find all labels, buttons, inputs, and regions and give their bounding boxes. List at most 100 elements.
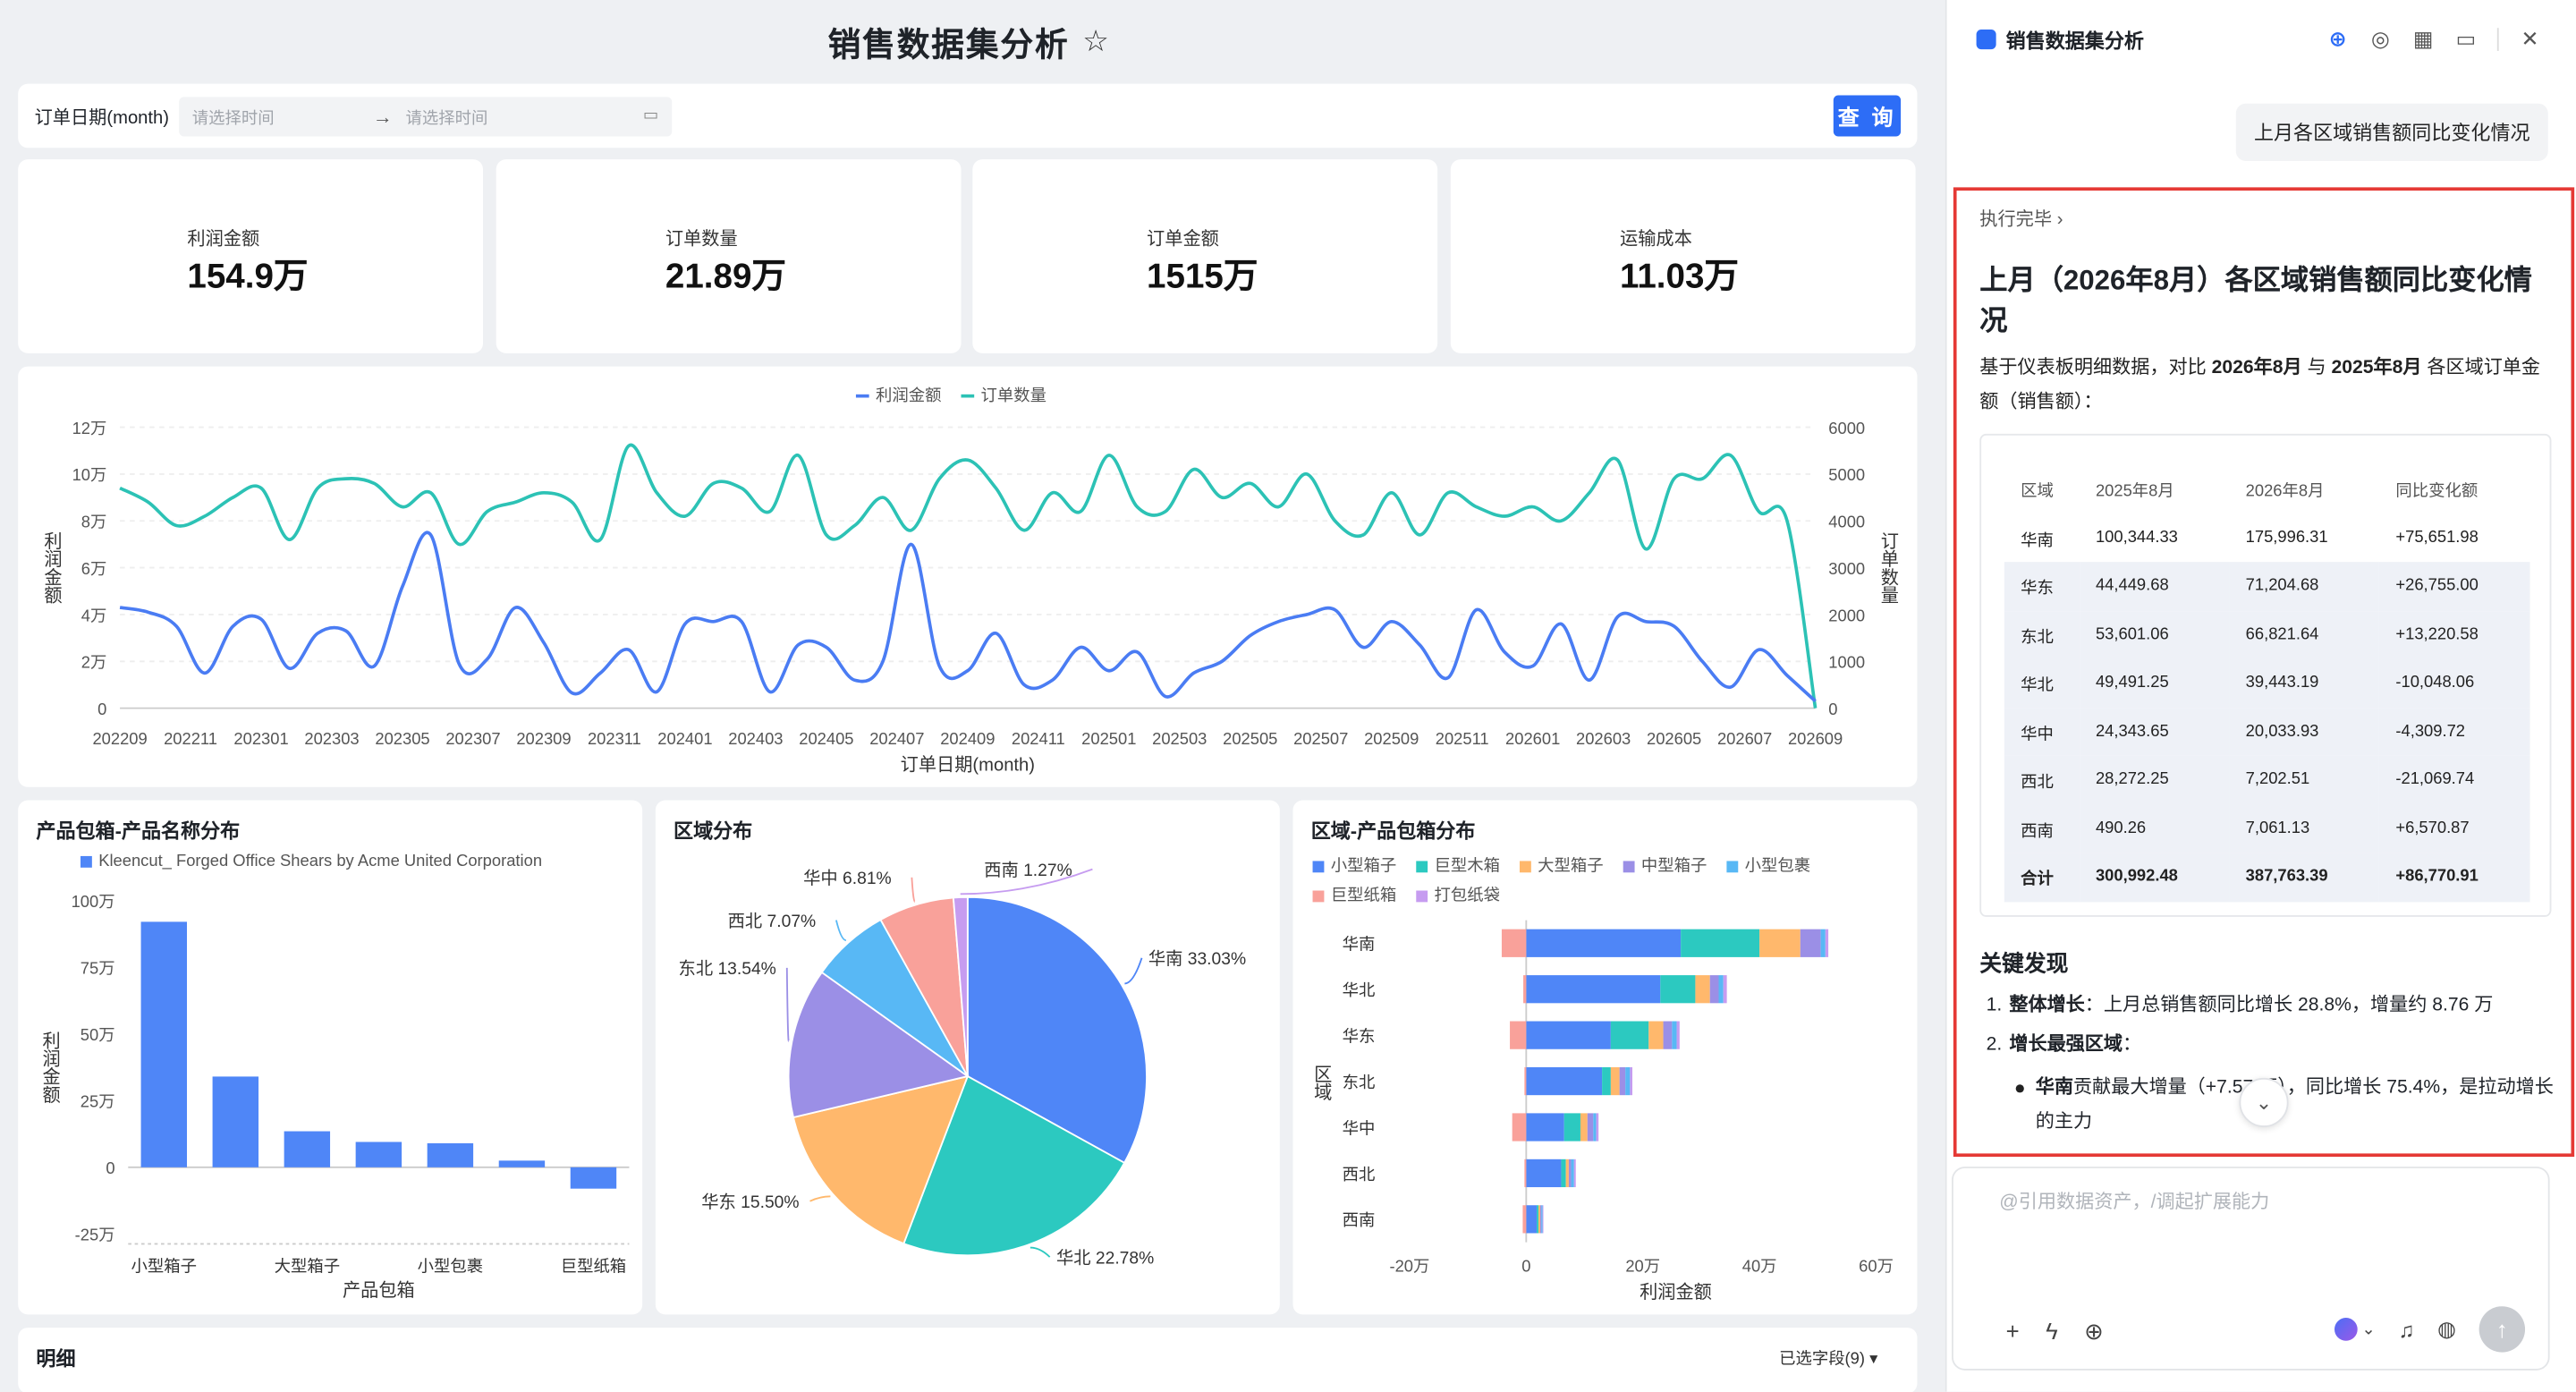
bar-segment-大型箱子 xyxy=(1538,1205,1540,1234)
send-button[interactable]: ↑ xyxy=(2479,1306,2526,1353)
table-cell: 华南 xyxy=(2021,531,2054,550)
y2-tick-label: 5000 xyxy=(1828,465,1865,484)
x-tick-label: 202309 xyxy=(516,729,571,748)
y-tick-label: 75万 xyxy=(80,958,115,977)
y-axis-label: 利润金额 xyxy=(41,531,62,604)
table-header: 2026年8月 xyxy=(2245,483,2325,502)
answer-block: 执行完毕 › 上月（2026年8月）各区域销售额同比变化情况 基于仪表板明细数据… xyxy=(1953,187,2575,1158)
bar-segment-大型箱子 xyxy=(1580,1113,1588,1142)
y-tick-label: 4万 xyxy=(81,606,107,624)
x-tick-label: 202311 xyxy=(588,729,641,748)
kpi-value: 21.89万 xyxy=(665,258,786,296)
y-tick-label: 100万 xyxy=(72,892,115,911)
table-cell: 53,601.06 xyxy=(2079,610,2230,659)
kpi-card-profit: 利润金额 154.9万 xyxy=(18,159,483,353)
result-table-container: 区域 2025年8月 2026年8月 同比变化额 华南 100,344.33 175… xyxy=(1979,433,2552,917)
findings-title: 关键发现 xyxy=(1979,951,2069,977)
x-tick-label: 202411 xyxy=(1012,729,1065,748)
desc-bold: 2026年8月 xyxy=(2211,358,2302,378)
x-tick-label: 202601 xyxy=(1505,729,1560,748)
desc-text: 基于仪表板明细数据，对比 xyxy=(1979,358,2212,378)
assistant-title: 销售数据集分析 xyxy=(2005,29,2144,52)
kpi-value: 11.03万 xyxy=(1620,258,1740,296)
pie-label: 华南 33.03% xyxy=(1148,949,1246,969)
pie-leader-line xyxy=(809,1195,831,1202)
finding-sub-text: 贡献最大增量（+7.57 万），同比增长 75.4%，是拉动增长的主力 xyxy=(2035,1077,2554,1133)
voice-wave-icon[interactable]: ◍ xyxy=(2437,1316,2456,1342)
pie-leader-line xyxy=(911,877,916,903)
screen-icon[interactable]: ▭ xyxy=(2454,26,2478,52)
table-cell: 7,061.13 xyxy=(2229,804,2380,853)
x-tick-label: 20万 xyxy=(1625,1257,1660,1276)
chevron-right-icon: › xyxy=(2056,210,2063,231)
pie-label: 华中 6.81% xyxy=(803,869,892,888)
table-cell: 华中 xyxy=(2004,707,2080,756)
calendar-icon[interactable]: ▦ xyxy=(2411,26,2435,52)
bar-segment-巨型纸箱 xyxy=(1524,1159,1527,1188)
x-tick-label: 202303 xyxy=(304,729,359,748)
start-date-input[interactable]: 请选择时间 xyxy=(192,104,275,128)
table-cell: 71,204.68 xyxy=(2229,562,2380,611)
finding-item: 1. 整体增长：上月总销售额同比增长 28.8%，增量约 8.76 万 xyxy=(1986,996,2494,1016)
bar-segment-大型箱子 xyxy=(1610,1066,1620,1096)
new-chat-icon[interactable]: ⊕ xyxy=(2326,26,2350,52)
x-tick-label: 202509 xyxy=(1364,729,1419,748)
table-cell: 39,443.19 xyxy=(2229,658,2380,708)
selected-fields-dropdown[interactable]: 已选字段(9) ▾ xyxy=(1779,1344,1877,1369)
history-icon[interactable]: ◎ xyxy=(2369,26,2393,52)
bar-segment-打包纸袋 xyxy=(1596,1113,1599,1142)
chat-input-box[interactable]: @引用数据资产，/调起扩展能力 + ϟ ⊕ ⌄ ♫ ◍ ↑ xyxy=(1952,1167,2550,1371)
chat-input[interactable]: @引用数据资产，/调起扩展能力 xyxy=(1999,1188,2269,1214)
bar-segment-巨型纸箱 xyxy=(1524,1066,1527,1096)
table-cell: 西南 xyxy=(2004,804,2080,853)
x-tick-label: 40万 xyxy=(1742,1257,1777,1276)
bar-segment-打包纸袋 xyxy=(1630,1066,1632,1096)
star-icon[interactable]: ☆ xyxy=(1082,24,1110,59)
x-tick-label: 202301 xyxy=(233,729,288,748)
x-tick-label: 202405 xyxy=(799,729,853,748)
microphone-icon[interactable]: ♫ xyxy=(2398,1317,2414,1342)
y-tick-label: 12万 xyxy=(72,419,107,437)
bar-segment-小型包裹 xyxy=(1672,1021,1677,1049)
bar-segment-打包纸袋 xyxy=(1573,1159,1576,1188)
globe-icon[interactable]: ⊕ xyxy=(2084,1318,2104,1345)
bar-segment-小型箱子 xyxy=(1526,929,1682,957)
y-tick-label: 华中 xyxy=(1343,1118,1376,1137)
plus-icon[interactable]: + xyxy=(2006,1318,2020,1345)
finding-item: 2. 增长最强区域： xyxy=(1986,1035,2142,1056)
finding-text: ：上月总销售额同比增长 28.8%，增量约 8.76 万 xyxy=(2084,996,2494,1016)
finding-sub-bold: 华南 xyxy=(2035,1077,2073,1098)
lightning-icon[interactable]: ϟ xyxy=(2046,1318,2058,1345)
table-cell: 175,996.31 xyxy=(2245,528,2328,547)
x-tick-label: 小型包裹 xyxy=(418,1257,483,1276)
x-tick-label: 202209 xyxy=(92,729,147,748)
bar xyxy=(427,1142,474,1167)
close-icon[interactable]: ✕ xyxy=(2519,26,2542,52)
divider xyxy=(2496,28,2499,51)
scroll-down-button[interactable]: ⌄ xyxy=(2239,1077,2289,1127)
selected-fields-label: 已选字段(9) xyxy=(1779,1350,1866,1369)
table-cell: +13,220.58 xyxy=(2379,610,2530,659)
kpi-value: 1515万 xyxy=(1147,258,1258,296)
y-tick-label: 东北 xyxy=(1343,1073,1376,1091)
calendar-icon[interactable]: ▭ xyxy=(643,106,658,124)
date-range-picker[interactable]: 请选择时间 → 请选择时间 ▭ xyxy=(179,96,673,136)
execution-status[interactable]: 执行完毕 › xyxy=(1979,206,2063,232)
table-row: 华北 49,491.25 39,443.19 -10,048.06 xyxy=(2004,658,2530,708)
x-tick-label: 202511 xyxy=(1436,729,1489,748)
query-button[interactable]: 查 询 xyxy=(1833,95,1902,137)
x-tick-label: 60万 xyxy=(1859,1257,1894,1276)
detail-table-card: 明细 已选字段(9) ▾ xyxy=(18,1328,1918,1392)
table-row: 合计 300,992.48 387,763.39 +86,770.91 xyxy=(2004,853,2530,902)
table-header: 区域 xyxy=(2021,483,2054,502)
table-cell: -21,069.74 xyxy=(2379,755,2530,805)
end-date-input[interactable]: 请选择时间 xyxy=(406,104,488,128)
model-selector[interactable]: ⌄ xyxy=(2334,1318,2376,1341)
bar-segment-大型箱子 xyxy=(1695,975,1710,1004)
pie-label: 华北 22.78% xyxy=(1056,1248,1154,1268)
bar-segment-大型箱子 xyxy=(1759,929,1801,957)
x-tick-label: -20万 xyxy=(1389,1257,1429,1276)
bar-segment-小型包裹 xyxy=(1593,1113,1597,1142)
table-cell: 东北 xyxy=(2004,610,2080,659)
y-axis-label: 利润金额 xyxy=(39,1031,60,1103)
